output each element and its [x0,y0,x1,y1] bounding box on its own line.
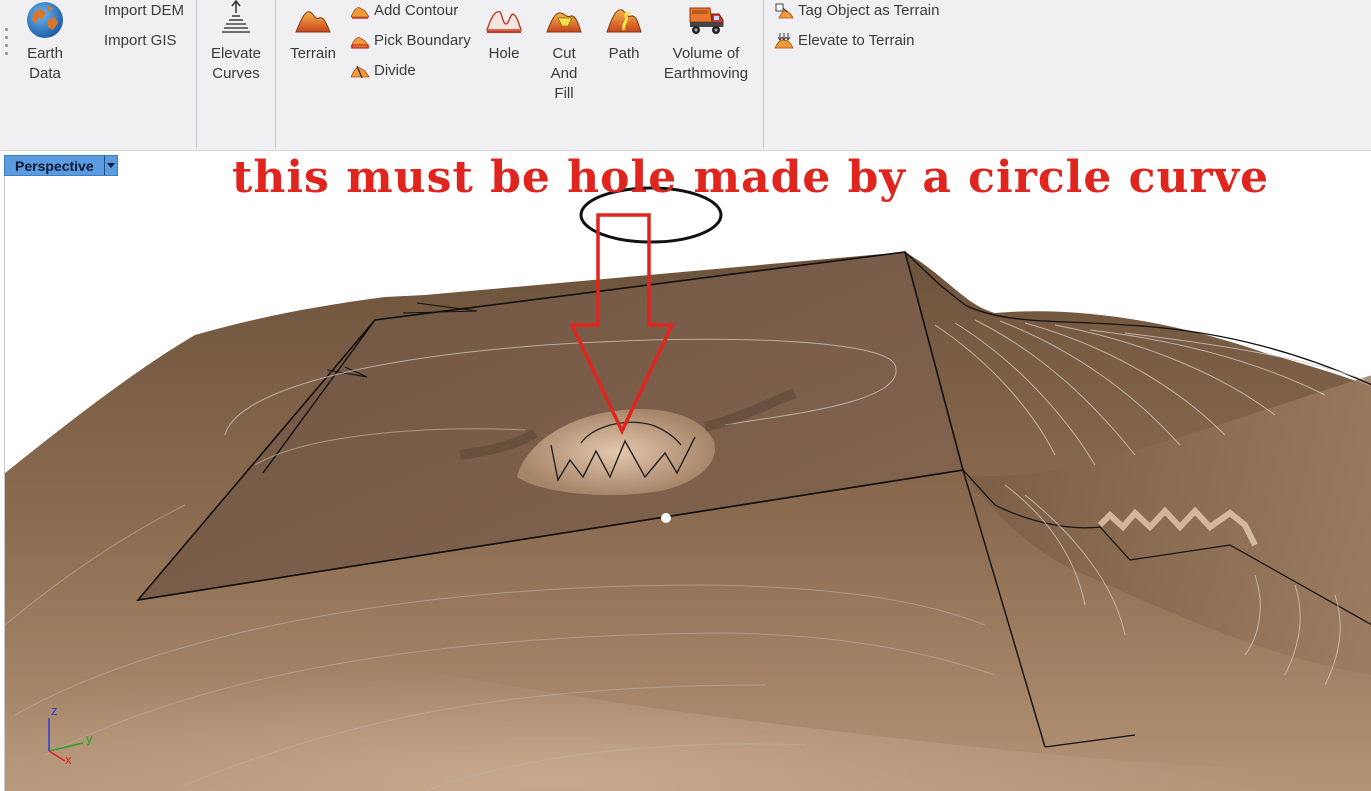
elevate-curves-button[interactable]: Elevate Curves [208,0,264,84]
axis-x-label: x [65,752,72,767]
add-contour-button[interactable]: Add Contour [350,0,458,22]
toolbar-grip[interactable] [5,28,9,60]
ribbon-separator [196,0,197,148]
earth-data-label: Earth Data [27,45,63,82]
hole-icon [486,11,522,33]
elevate-to-terrain-label: Elevate to Terrain [798,32,915,49]
pick-boundary-label: Pick Boundary [374,32,471,49]
add-contour-icon [350,7,370,19]
elevate-terrain-icon [774,33,794,49]
tag-object-as-terrain-label: Tag Object as Terrain [798,2,940,19]
viewport-tab-perspective[interactable]: Perspective [4,155,118,176]
perspective-viewport[interactable] [4,155,1371,791]
import-gis-button[interactable]: Import GIS [104,30,177,52]
globe-icon [27,2,63,38]
cut-and-fill-label: Cut And Fill [550,45,578,102]
import-dem-button[interactable]: Import DEM [104,0,184,22]
hole-label: Hole [488,45,520,62]
divide-button[interactable]: Divide [350,60,416,82]
divide-icon [350,65,370,79]
dump-truck-icon [689,7,724,34]
tag-terrain-icon [775,3,794,19]
terrain-button[interactable]: Terrain [288,0,338,64]
path-button[interactable]: Path [602,0,646,64]
axis-y-label: y [86,731,93,746]
elevate-curves-label: Elevate Curves [210,45,262,82]
viewport-tab-label: Perspective [15,157,94,174]
chevron-down-icon[interactable] [104,156,117,175]
terrain-render [5,186,1371,791]
import-gis-label: Import GIS [104,32,177,49]
pick-boundary-icon [350,37,370,49]
add-contour-label: Add Contour [374,2,459,19]
divide-label: Divide [374,62,416,79]
ribbon-toolbar: Earth Data Import DEM Import GIS Elevate… [0,0,1371,151]
cut-fill-icon [546,12,582,33]
axis-z-label: z [51,703,58,718]
terrain-icon [295,11,331,33]
pick-boundary-button[interactable]: Pick Boundary [350,30,471,52]
hole-button[interactable]: Hole [482,0,526,64]
import-dem-label: Import DEM [104,2,185,19]
tag-object-as-terrain-button[interactable]: Tag Object as Terrain [774,0,939,22]
path-icon [606,9,642,33]
volume-of-earthmoving-button[interactable]: Volume of Earthmoving [660,0,752,84]
terrain-label: Terrain [290,45,336,62]
ribbon-separator [763,0,764,148]
cut-and-fill-button[interactable]: Cut And Fill [542,0,586,104]
annotation-text: this must be hole made by a circle curve [232,152,1270,203]
elevate-to-terrain-button[interactable]: Elevate to Terrain [774,30,914,52]
earth-data-button[interactable]: Earth Data [22,0,68,84]
path-label: Path [608,45,640,62]
elevate-curves-icon [222,0,250,33]
volume-of-earthmoving-label: Volume of Earthmoving [663,45,749,82]
ribbon-separator [275,0,276,148]
